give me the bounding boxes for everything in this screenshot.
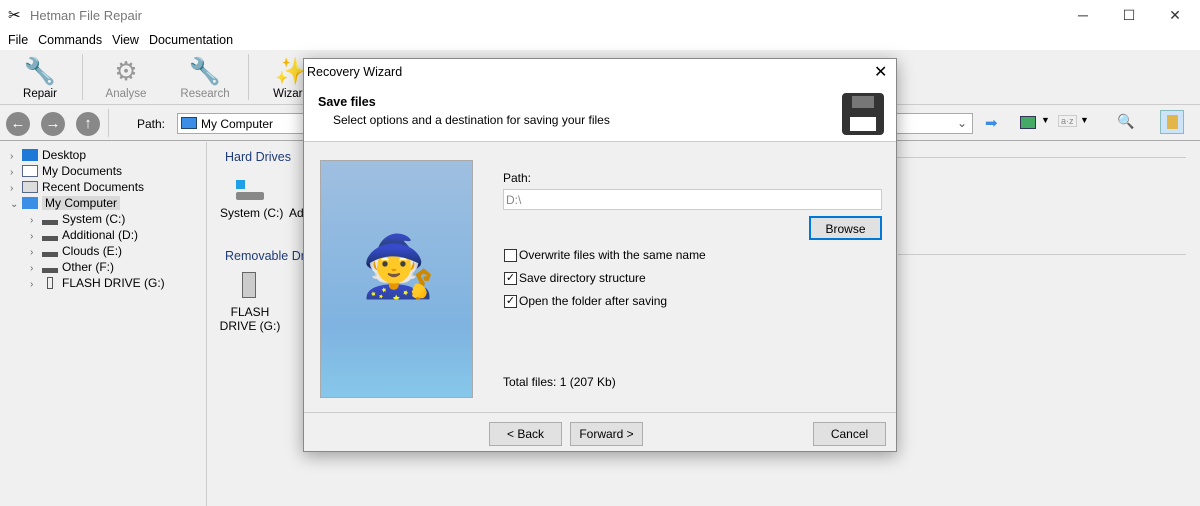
- title-bar: ✂ Hetman File Repair ─ ☐ ✕: [0, 0, 1200, 30]
- preview-icon[interactable]: 🔍: [1117, 113, 1134, 130]
- browse-button[interactable]: Browse: [809, 216, 882, 240]
- save-directory-structure-checkbox[interactable]: ✓: [504, 272, 517, 285]
- tree-item-recent-documents[interactable]: › Recent Documents: [10, 179, 144, 195]
- maximize-button[interactable]: ☐: [1106, 0, 1152, 30]
- app-icon: ✂: [8, 7, 21, 24]
- system-drive-icon[interactable]: [236, 180, 264, 200]
- overwrite-checkbox[interactable]: [504, 249, 517, 262]
- dropdown-arrow-icon[interactable]: ▼: [1080, 115, 1089, 125]
- menu-commands[interactable]: Commands: [38, 33, 102, 47]
- tree-item-my-computer[interactable]: ⌄ My Computer: [10, 195, 121, 211]
- wizard-illustration: 🧙: [320, 160, 473, 398]
- total-files-label: Total files: 1 (207 Kb): [503, 375, 616, 389]
- forward-nav-button[interactable]: →: [41, 112, 65, 136]
- menu-view[interactable]: View: [112, 33, 139, 47]
- hard-drives-heading: Hard Drives: [225, 150, 291, 164]
- window-title: Hetman File Repair: [30, 8, 142, 23]
- cancel-button[interactable]: Cancel: [813, 422, 886, 446]
- dialog-close-button[interactable]: ✕: [874, 62, 887, 82]
- tree-item-my-documents[interactable]: › My Documents: [10, 163, 122, 179]
- research-icon: 🔧: [188, 56, 222, 86]
- chevron-down-icon: ⌄: [956, 116, 967, 130]
- divider: [82, 54, 83, 100]
- tree-item-additional-d[interactable]: › Additional (D:): [30, 227, 138, 243]
- back-button[interactable]: < Back: [489, 422, 562, 446]
- recovery-wizard-dialog: Recovery Wizard ✕ Save files Select opti…: [303, 58, 897, 452]
- view-mode-icon[interactable]: [1020, 116, 1036, 129]
- repair-icon: 🔧: [23, 56, 57, 86]
- divider: [108, 109, 109, 137]
- tree-item-clouds-e[interactable]: › Clouds (E:): [30, 243, 122, 259]
- close-button[interactable]: ✕: [1152, 0, 1198, 30]
- tree-item-desktop[interactable]: › Desktop: [10, 147, 86, 163]
- dialog-title: Recovery Wizard: [307, 65, 403, 79]
- divider: [898, 254, 1186, 255]
- flash-drive-icon[interactable]: [242, 272, 256, 298]
- path-label: Path:: [503, 171, 532, 185]
- divider: [304, 412, 896, 413]
- menu-file[interactable]: File: [8, 33, 28, 47]
- analyse-button[interactable]: ⚙ Analyse: [91, 50, 161, 104]
- divider: [248, 54, 249, 100]
- research-button[interactable]: 🔧 Research: [170, 50, 240, 104]
- forward-button[interactable]: Forward >: [570, 422, 643, 446]
- menu-bar: File Commands View Documentation: [0, 30, 1200, 50]
- step-heading: Save files: [318, 95, 376, 109]
- drive-additional-d[interactable]: Ad: [289, 206, 304, 220]
- go-icon[interactable]: ➡: [985, 114, 998, 132]
- drive-system-c[interactable]: System (C:): [220, 206, 283, 220]
- tree-item-other-f[interactable]: › Other (F:): [30, 259, 114, 275]
- minimize-button[interactable]: ─: [1060, 0, 1106, 30]
- computer-icon: [181, 117, 197, 129]
- floppy-disk-icon: [842, 93, 884, 135]
- open-folder-checkbox[interactable]: ✓: [504, 295, 517, 308]
- sort-icon[interactable]: a·z: [1058, 115, 1077, 127]
- menu-documentation[interactable]: Documentation: [149, 33, 233, 47]
- dialog-header: Recovery Wizard ✕ Save files Select opti…: [304, 59, 896, 142]
- repair-button[interactable]: 🔧 Repair: [5, 50, 75, 104]
- save-path-input[interactable]: D:\: [503, 189, 882, 210]
- folder-icon[interactable]: [1160, 110, 1184, 134]
- dropdown-arrow-icon[interactable]: ▼: [1041, 115, 1050, 125]
- wizard-icon: 🧙: [361, 233, 436, 300]
- path-label: Path:: [137, 117, 166, 131]
- drive-flash-g[interactable]: FLASH DRIVE (G:): [216, 305, 284, 333]
- folder-tree: › Desktop › My Documents › Recent Documents…: [0, 142, 207, 506]
- tree-item-flash-drive-g[interactable]: › FLASH DRIVE (G:): [30, 275, 165, 291]
- back-nav-button[interactable]: ←: [6, 112, 30, 136]
- up-nav-button[interactable]: ↑: [76, 112, 100, 136]
- tree-item-system-c[interactable]: › System (C:): [30, 211, 125, 227]
- gear-icon: ⚙: [114, 56, 138, 86]
- removable-drives-heading: Removable Dri: [225, 249, 308, 263]
- step-subtitle: Select options and a destination for sav…: [333, 113, 610, 127]
